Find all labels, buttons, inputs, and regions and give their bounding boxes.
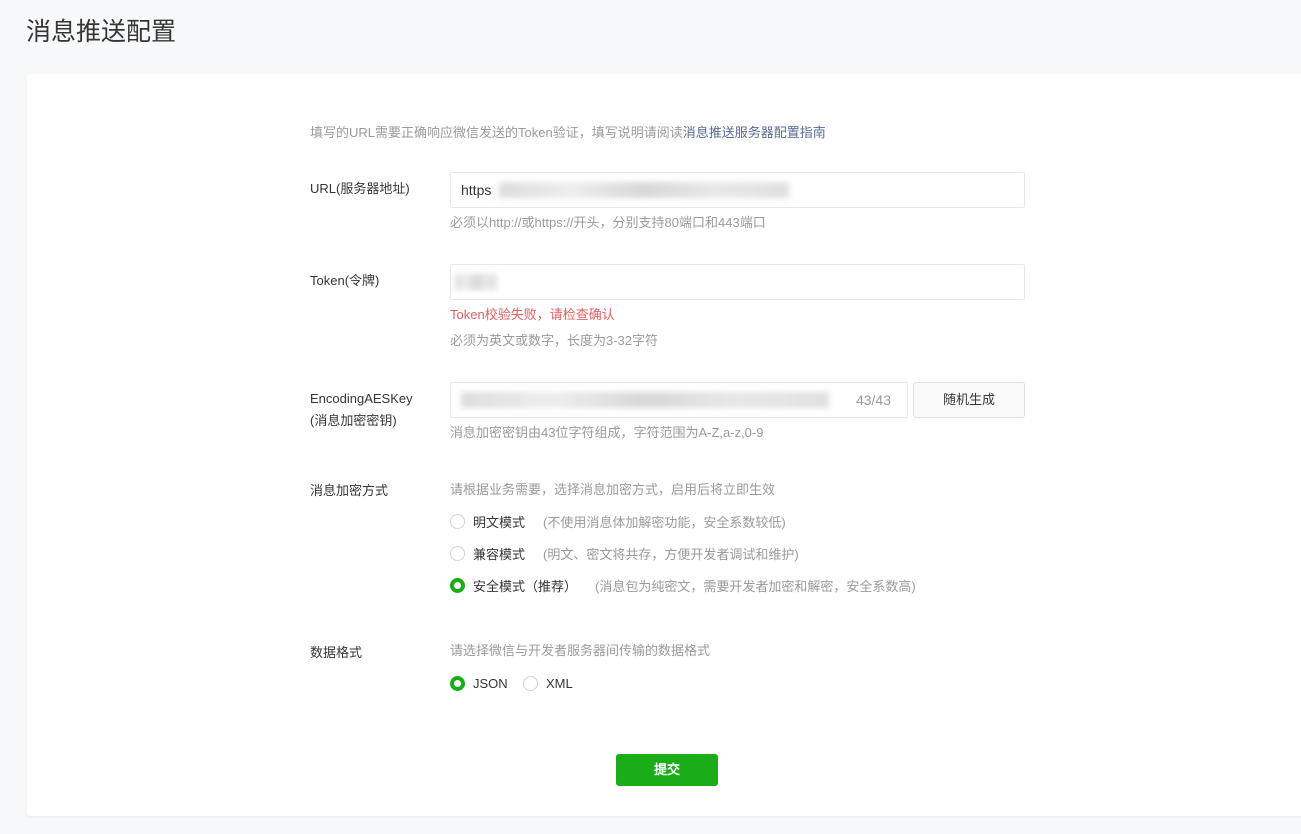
radio-button[interactable] bbox=[523, 675, 538, 691]
encryption-option-compatible[interactable]: 兼容模式 (明文、密文将共存，方便开发者调试和维护) bbox=[450, 543, 799, 563]
encryption-label: 消息加密方式 bbox=[310, 483, 389, 498]
redacted-aeskey bbox=[461, 392, 829, 408]
format-option-xml[interactable]: XML bbox=[523, 673, 573, 693]
encryption-hint: 请根据业务需要，选择消息加密方式，启用后将立即生效 bbox=[450, 482, 776, 497]
radio-button[interactable] bbox=[450, 545, 465, 561]
token-label: Token(令牌) bbox=[310, 273, 380, 288]
radio-description: (明文、密文将共存，方便开发者调试和维护) bbox=[543, 546, 799, 562]
aeskey-label-line2: (消息加密密钥) bbox=[310, 413, 397, 428]
format-option-json[interactable]: JSON bbox=[450, 673, 508, 693]
aeskey-label-line1: EncodingAESKey bbox=[310, 391, 413, 406]
aeskey-label: EncodingAESKey (消息加密密钥) bbox=[310, 388, 413, 432]
radio-label: 兼容模式 bbox=[473, 546, 526, 562]
intro-description: 填写的URL需要正确响应微信发送的Token验证，填写说明请阅读 bbox=[310, 125, 683, 140]
redacted-token bbox=[455, 274, 497, 290]
intro-text: 填写的URL需要正确响应微信发送的Token验证，填写说明请阅读消息推送服务器配… bbox=[310, 122, 826, 141]
aeskey-char-counter: 43/43 bbox=[855, 392, 891, 408]
radio-label: 明文模式 bbox=[473, 514, 526, 530]
generate-key-button[interactable]: 随机生成 bbox=[913, 382, 1025, 418]
aeskey-hint: 消息加密密钥由43位字符组成，字符范围为A-Z,a-z,0-9 bbox=[450, 425, 764, 440]
radio-label: 安全模式（推荐） bbox=[473, 578, 578, 594]
radio-description: (不使用消息体加解密功能，安全系数较低) bbox=[543, 514, 786, 530]
radio-label: XML bbox=[546, 675, 573, 691]
token-hint: 必须为英文或数字，长度为3-32字符 bbox=[450, 333, 659, 348]
redacted-url bbox=[499, 182, 789, 198]
url-input[interactable]: https bbox=[450, 172, 1025, 208]
url-input-value: https bbox=[461, 182, 492, 198]
token-input[interactable] bbox=[450, 264, 1025, 300]
url-hint: 必须以http://或https://开头，分别支持80端口和443端口 bbox=[450, 215, 766, 230]
aeskey-input[interactable]: 43/43 bbox=[450, 382, 908, 418]
page-title: 消息推送配置 bbox=[26, 17, 177, 46]
submit-button[interactable]: 提交 bbox=[616, 754, 718, 786]
radio-button[interactable] bbox=[450, 513, 465, 529]
encryption-option-secure[interactable]: 安全模式（推荐） (消息包为纯密文，需要开发者加密和解密，安全系数高) bbox=[450, 575, 916, 595]
data-format-hint: 请选择微信与开发者服务器间传输的数据格式 bbox=[450, 643, 711, 658]
radio-description: (消息包为纯密文，需要开发者加密和解密，安全系数高) bbox=[595, 578, 916, 594]
radio-button-checked[interactable] bbox=[450, 675, 465, 691]
data-format-label: 数据格式 bbox=[310, 645, 363, 660]
url-label: URL(服务器地址) bbox=[310, 181, 410, 196]
token-error-message: Token校验失败，请检查确认 bbox=[450, 307, 615, 322]
radio-label: JSON bbox=[473, 675, 508, 691]
radio-button-checked[interactable] bbox=[450, 577, 465, 593]
server-config-guide-link[interactable]: 消息推送服务器配置指南 bbox=[683, 125, 826, 140]
encryption-option-plaintext[interactable]: 明文模式 (不使用消息体加解密功能，安全系数较低) bbox=[450, 511, 786, 531]
